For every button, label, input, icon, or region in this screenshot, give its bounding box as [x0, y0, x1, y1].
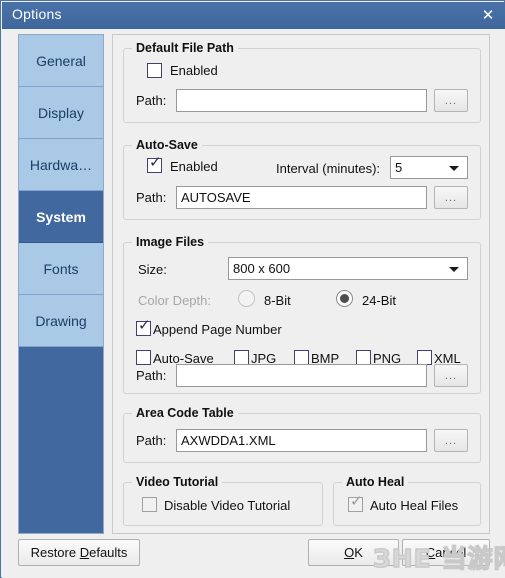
checkmark-icon: ✓ [138, 316, 151, 334]
image-files-path-label: Path: [136, 368, 167, 383]
image-files-jpg-checkbox[interactable] [234, 350, 249, 365]
group-default-file-path: Default File Path Enabled Path: ... [123, 41, 481, 123]
append-page-number-label: Append Page Number [153, 322, 282, 337]
auto-save-browse-button[interactable]: ... [434, 186, 468, 209]
checkmark-icon: ✓ [350, 492, 363, 510]
group-title-video-tutorial: Video Tutorial [132, 475, 223, 489]
ok-button[interactable]: OK [308, 539, 399, 566]
image-files-depth-24bit-label: 24-Bit [362, 293, 396, 308]
image-files-png-checkbox[interactable] [356, 350, 371, 365]
checkmark-icon: ✓ [149, 153, 162, 171]
restore-defaults-button[interactable]: Restore Defaults [18, 539, 140, 566]
area-code-table-path-label: Path: [136, 433, 167, 448]
dialog-client-area: General Display Hardwa… System Fonts Dra… [2, 29, 505, 578]
default-file-path-enabled-checkbox[interactable] [147, 63, 162, 78]
group-title-default-file-path: Default File Path [132, 41, 238, 55]
group-auto-heal: Auto Heal ✓ Auto Heal Files [333, 475, 481, 526]
group-title-area-code-table: Area Code Table [132, 406, 238, 420]
ok-post: K [354, 545, 363, 560]
disable-video-tutorial-label: Disable Video Tutorial [164, 498, 291, 513]
auto-save-path-label: Path: [136, 190, 167, 205]
group-title-auto-save: Auto-Save [132, 138, 202, 152]
default-file-path-browse-button[interactable]: ... [434, 89, 468, 112]
image-files-size-value: 800 x 600 [233, 261, 291, 276]
options-dialog-window: Options ✕ General Display Hardwa… System… [0, 0, 505, 578]
image-files-bmp-checkbox[interactable] [294, 350, 309, 365]
cancel-post: ancel [435, 545, 467, 560]
default-file-path-enabled-label: Enabled [170, 63, 218, 78]
window-title: Options [12, 6, 62, 22]
group-title-image-files: Image Files [132, 235, 209, 249]
restore-defaults-pre: Restore [30, 545, 80, 560]
auto-heal-files-label: Auto Heal Files [370, 498, 459, 513]
append-page-number-checkbox[interactable]: ✓ [136, 316, 151, 336]
auto-save-enabled-label: Enabled [170, 159, 218, 174]
auto-save-interval-value: 5 [395, 160, 403, 175]
group-title-auto-heal: Auto Heal [342, 475, 409, 489]
auto-heal-files-checkbox[interactable]: ✓ [348, 492, 363, 512]
default-file-path-input[interactable] [176, 89, 427, 112]
group-auto-save: Auto-Save ✓ Enabled Interval (minutes): … [123, 138, 481, 220]
chevron-down-icon [449, 165, 459, 171]
category-tab-strip: General Display Hardwa… System Fonts Dra… [18, 34, 104, 534]
image-files-size-label: Size: [138, 262, 167, 277]
image-files-browse-button[interactable]: ... [434, 364, 468, 387]
cancel-accel: C [425, 545, 436, 560]
close-icon[interactable]: ✕ [479, 6, 497, 24]
image-files-xml-checkbox[interactable] [417, 350, 432, 365]
auto-save-interval-label: Interval (minutes): [276, 161, 381, 176]
image-files-autosave-checkbox[interactable] [136, 350, 151, 365]
radio-dot-icon [340, 294, 349, 303]
image-files-size-combobox[interactable]: 800 x 600 [228, 257, 468, 280]
restore-defaults-accel: D [79, 545, 90, 560]
default-file-path-path-label: Path: [136, 93, 167, 108]
sidebar-item-general[interactable]: General [19, 35, 103, 87]
auto-save-enabled-checkbox[interactable]: ✓ [147, 153, 162, 173]
sidebar-item-hardware[interactable]: Hardwa… [19, 139, 103, 191]
sidebar-item-drawing[interactable]: Drawing [19, 295, 103, 347]
title-bar: Options ✕ [2, 2, 505, 29]
auto-save-interval-combobox[interactable]: 5 [390, 156, 468, 179]
disable-video-tutorial-checkbox[interactable] [142, 497, 157, 512]
area-code-table-browse-button[interactable]: ... [434, 429, 468, 452]
area-code-table-path-input[interactable]: AXWDDA1.XML [176, 429, 427, 452]
cancel-button[interactable]: Cancel [402, 539, 490, 566]
auto-save-path-input[interactable]: AUTOSAVE [176, 186, 427, 209]
image-files-depth-8bit-label: 8-Bit [264, 293, 291, 308]
chevron-down-icon [449, 266, 459, 272]
sidebar-item-fonts[interactable]: Fonts [19, 243, 103, 295]
system-settings-panel: Default File Path Enabled Path: ... Auto… [112, 34, 490, 534]
group-video-tutorial: Video Tutorial Disable Video Tutorial [123, 475, 323, 526]
ok-accel: O [344, 545, 355, 560]
restore-defaults-post: efaults [89, 545, 128, 560]
image-files-color-depth-label: Color Depth: [138, 293, 211, 308]
group-area-code-table: Area Code Table Path: AXWDDA1.XML ... [123, 406, 481, 463]
image-files-path-input[interactable] [176, 364, 427, 387]
sidebar-item-system[interactable]: System [19, 191, 103, 243]
group-image-files: Image Files Size: 800 x 600 Color Depth:… [123, 235, 481, 394]
image-files-depth-8bit-radio[interactable] [238, 290, 255, 307]
image-files-depth-24bit-radio[interactable] [336, 290, 353, 307]
sidebar-item-display[interactable]: Display [19, 87, 103, 139]
